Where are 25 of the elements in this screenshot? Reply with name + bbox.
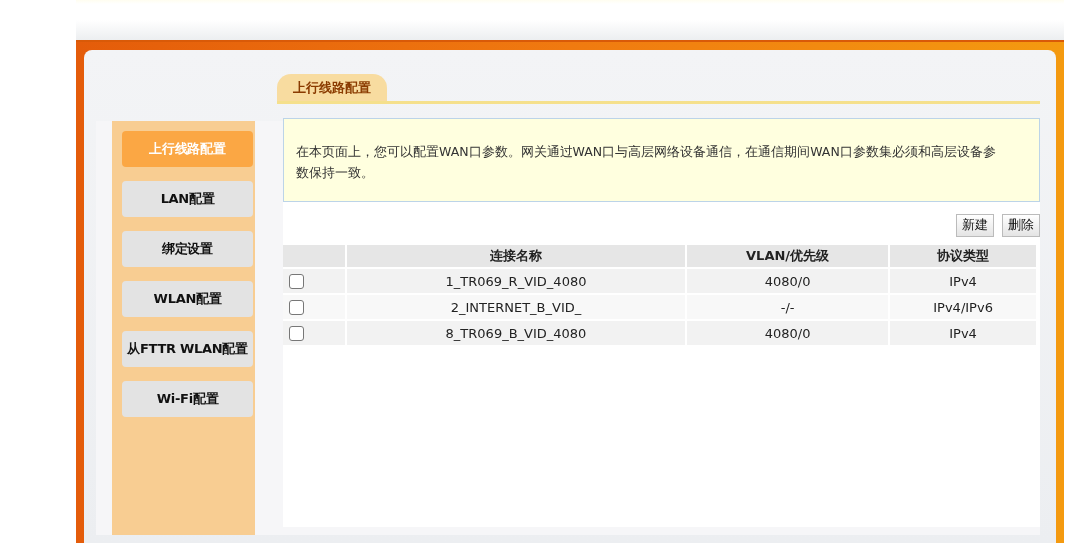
table-cell: 4080/0	[687, 269, 889, 293]
table-cell: IPv4	[890, 269, 1036, 293]
sidebar-item[interactable]: Wi-Fi配置	[122, 381, 253, 417]
action-button[interactable]: 删除	[1002, 214, 1040, 237]
checkbox[interactable]	[289, 325, 304, 341]
sidebar-item[interactable]: WLAN配置	[122, 281, 253, 317]
sidebar-item[interactable]: 从FTTR WLAN配置	[122, 331, 253, 367]
column-header: VLAN/优先级	[687, 245, 889, 267]
sidebar-item[interactable]: 绑定设置	[122, 231, 253, 267]
table-cell: IPv4	[890, 321, 1036, 345]
table-cell: IPv4/IPv6	[890, 295, 1036, 319]
table-cell: 4080/0	[687, 321, 889, 345]
header-cell	[283, 245, 345, 267]
table-cell: 8_TR069_B_VID_4080	[347, 321, 685, 345]
column-header: 连接名称	[347, 245, 685, 267]
tab[interactable]: 上行线路配置	[277, 74, 387, 101]
sidebar-item[interactable]: LAN配置	[122, 181, 253, 217]
table-cell: -/-	[687, 295, 889, 319]
notice-text: 在本页面上，您可以配置WAN口参数。网关通过WAN口与高层网络设备通信，在通信期间WAN口参数集必须和高层设备参数保持一致。	[296, 143, 997, 182]
table-cell: 1_TR069_R_VID_4080	[347, 269, 685, 293]
checkbox[interactable]	[289, 299, 304, 315]
table-cell: 2_INTERNET_B_VID_	[347, 295, 685, 319]
checkbox[interactable]	[289, 273, 304, 289]
column-header: 协议类型	[890, 245, 1036, 267]
action-button[interactable]: 新建	[956, 214, 994, 237]
